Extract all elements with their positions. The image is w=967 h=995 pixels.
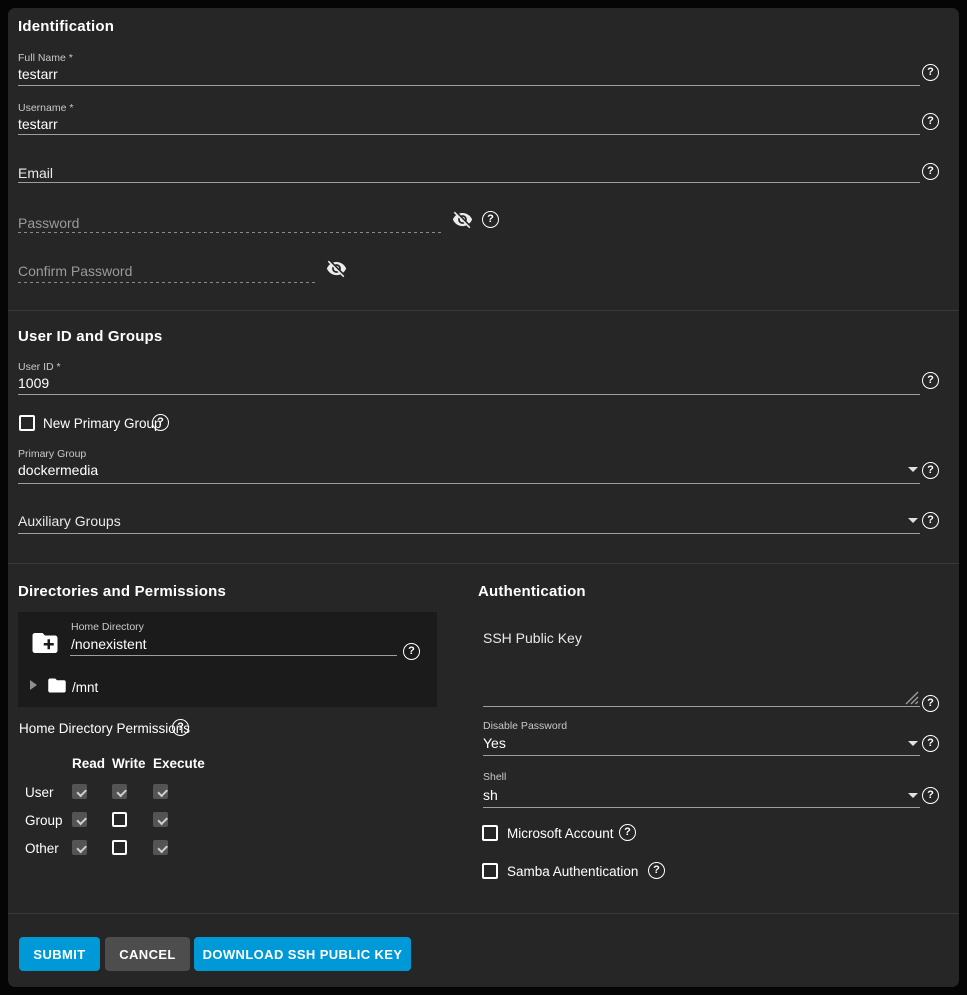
- tree-expand-arrow-icon[interactable]: [30, 680, 37, 690]
- new-primary-group-help-icon[interactable]: ?: [152, 414, 169, 431]
- primary-group-select[interactable]: dockermedia: [18, 462, 98, 478]
- perm-group-read-checkbox[interactable]: [72, 812, 87, 827]
- shell-chevron-down-icon[interactable]: [908, 793, 918, 798]
- user-id-label: User ID *: [18, 361, 61, 373]
- perm-col-write: Write: [112, 756, 146, 771]
- home-directory-label: Home Directory: [71, 621, 144, 633]
- confirm-password-visibility-off-icon[interactable]: [326, 258, 347, 279]
- ssh-public-key-help-icon[interactable]: ?: [922, 695, 939, 712]
- shell-label: Shell: [483, 771, 506, 783]
- disable-password-label: Disable Password: [483, 720, 567, 732]
- section-title-authentication: Authentication: [478, 583, 586, 600]
- shell-help-icon[interactable]: ?: [922, 787, 939, 804]
- new-primary-group-label: New Primary Group: [43, 416, 162, 431]
- full-name-underline: [18, 85, 920, 86]
- perm-row-other-label: Other: [25, 841, 59, 856]
- perm-col-execute: Execute: [153, 756, 205, 771]
- ssh-public-key-underline: [483, 706, 920, 707]
- perm-user-execute-checkbox[interactable]: [153, 784, 168, 799]
- home-directory-underline: [70, 655, 397, 656]
- disable-password-underline: [483, 755, 920, 756]
- username-help-icon[interactable]: ?: [922, 113, 939, 130]
- disable-password-chevron-down-icon[interactable]: [908, 741, 918, 746]
- user-id-input[interactable]: 1009: [18, 375, 49, 391]
- shell-select[interactable]: sh: [483, 787, 498, 803]
- username-input[interactable]: testarr: [18, 116, 58, 132]
- ssh-public-key-textarea[interactable]: SSH Public Key: [483, 630, 582, 646]
- perm-col-read: Read: [72, 756, 105, 771]
- primary-group-underline: [18, 483, 920, 484]
- perm-other-write-checkbox[interactable]: [112, 840, 127, 855]
- password-visibility-off-icon[interactable]: [452, 209, 473, 230]
- section-divider: [8, 310, 959, 311]
- auxiliary-groups-chevron-down-icon[interactable]: [908, 518, 918, 523]
- microsoft-account-help-icon[interactable]: ?: [619, 824, 636, 841]
- section-divider: [8, 563, 959, 564]
- new-primary-group-checkbox[interactable]: [19, 415, 35, 431]
- perm-user-write-checkbox[interactable]: [112, 784, 127, 799]
- shell-underline: [483, 807, 920, 808]
- home-directory-help-icon[interactable]: ?: [403, 643, 420, 660]
- home-directory-input[interactable]: /nonexistent: [71, 636, 147, 652]
- samba-authentication-checkbox[interactable]: [482, 863, 498, 879]
- email-input[interactable]: Email: [18, 165, 53, 181]
- microsoft-account-checkbox[interactable]: [482, 825, 498, 841]
- password-underline: [18, 232, 443, 233]
- user-form-card: Identification Full Name * testarr ? Use…: [8, 8, 959, 987]
- perm-group-write-checkbox[interactable]: [112, 812, 127, 827]
- confirm-password-underline: [18, 282, 318, 283]
- primary-group-label: Primary Group: [18, 448, 86, 460]
- perm-row-group-label: Group: [25, 813, 63, 828]
- user-id-help-icon[interactable]: ?: [922, 372, 939, 389]
- full-name-help-icon[interactable]: ?: [922, 64, 939, 81]
- section-title-identification: Identification: [18, 18, 114, 35]
- submit-button[interactable]: SUBMIT: [19, 937, 100, 971]
- tree-item-mnt[interactable]: /mnt: [72, 680, 98, 695]
- create-new-folder-icon[interactable]: [29, 628, 61, 658]
- perm-other-execute-checkbox[interactable]: [153, 840, 168, 855]
- auxiliary-groups-help-icon[interactable]: ?: [922, 512, 939, 529]
- section-title-directories: Directories and Permissions: [18, 583, 226, 600]
- primary-group-help-icon[interactable]: ?: [922, 462, 939, 479]
- samba-authentication-help-icon[interactable]: ?: [648, 862, 665, 879]
- primary-group-chevron-down-icon[interactable]: [908, 467, 918, 472]
- screen: Identification Full Name * testarr ? Use…: [0, 0, 967, 995]
- email-underline: [18, 182, 920, 183]
- microsoft-account-label: Microsoft Account: [507, 826, 614, 841]
- section-title-user-id-groups: User ID and Groups: [18, 328, 162, 345]
- email-help-icon[interactable]: ?: [922, 163, 939, 180]
- auxiliary-groups-select[interactable]: Auxiliary Groups: [18, 513, 121, 529]
- perm-user-read-checkbox[interactable]: [72, 784, 87, 799]
- perm-group-execute-checkbox[interactable]: [153, 812, 168, 827]
- username-underline: [18, 134, 920, 135]
- perm-row-user-label: User: [25, 785, 54, 800]
- password-help-icon[interactable]: ?: [482, 211, 499, 228]
- password-input[interactable]: Password: [18, 215, 79, 231]
- cancel-button[interactable]: CANCEL: [105, 937, 190, 971]
- user-id-underline: [18, 394, 920, 395]
- full-name-input[interactable]: testarr: [18, 66, 58, 82]
- auxiliary-groups-underline: [18, 533, 920, 534]
- folder-icon: [45, 675, 69, 696]
- perm-other-read-checkbox[interactable]: [72, 840, 87, 855]
- download-ssh-public-key-button[interactable]: DOWNLOAD SSH PUBLIC KEY: [194, 937, 411, 971]
- disable-password-select[interactable]: Yes: [483, 735, 506, 751]
- full-name-label: Full Name *: [18, 52, 73, 64]
- footer-divider: [8, 913, 959, 914]
- textarea-resize-handle[interactable]: [905, 691, 919, 705]
- confirm-password-input[interactable]: Confirm Password: [18, 263, 132, 279]
- samba-authentication-label: Samba Authentication: [507, 864, 638, 879]
- home-directory-permissions-title: Home Directory Permissions: [19, 721, 190, 736]
- disable-password-help-icon[interactable]: ?: [922, 735, 939, 752]
- username-label: Username *: [18, 102, 73, 114]
- home-directory-permissions-help-icon[interactable]: ?: [172, 719, 189, 736]
